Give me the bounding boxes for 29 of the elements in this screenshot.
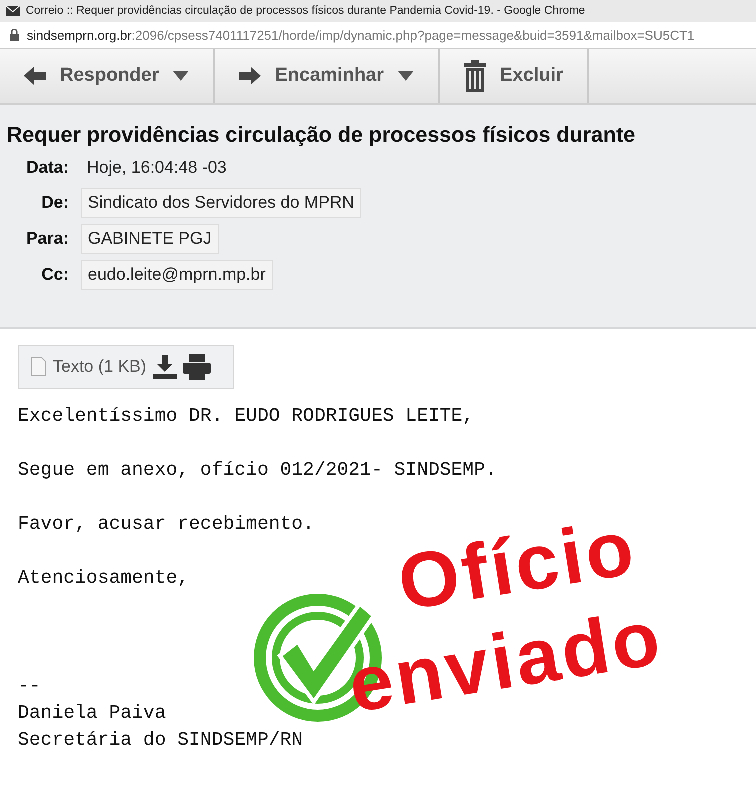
document-icon [31,357,47,377]
envelope-icon [6,6,20,16]
address-chip[interactable]: Sindicato dos Servidores do MPRN [81,188,362,218]
body-paragraph: Excelentíssimo DR. EUDO RODRIGUES LEITE, [18,404,476,429]
printer-icon[interactable] [182,354,211,380]
attachment-label: Texto (1 KB) [53,357,147,377]
header-label: Para: [25,229,69,249]
header-label: Cc: [40,265,69,285]
right-arrow-icon [239,66,262,86]
url-text[interactable]: sindsemprn.org.br:2096/cpsess7401117251/horde/imp/dynamic.php?page=message&buid=3591&mailbox=SU5CT1 [27,28,695,42]
header-label: Data: [25,158,69,178]
delete-button[interactable]: Excluir [440,49,590,103]
message-subject: Requer providências circulação de processos físicos durante [7,123,637,148]
body-paragraph: Favor, acusar recebimento. [18,512,316,537]
forward-button[interactable]: Encaminhar [215,49,440,103]
address-chip[interactable]: GABINETE PGJ [81,224,219,254]
header-label: De: [40,193,69,213]
signature-line: Daniela Paiva [18,701,168,726]
reply-button[interactable]: Responder [0,49,216,103]
address-chip[interactable]: eudo.leite@mprn.mp.br [81,260,273,290]
lock-icon [10,29,19,41]
download-icon[interactable] [152,355,177,379]
trash-icon [464,60,486,92]
signature-line: Secretária do SINDSEMP/RN [18,728,304,753]
window-title: Correio :: Requer providências circulação de processos físicos durante Pandemia Covid-19. - Google Chrome [26,5,586,17]
header-value: Hoje, 16:04:48 -03 [86,157,228,179]
body-paragraph: Segue em anexo, ofício 012/2021- SINDSEMP. [18,458,498,483]
attachment-chip[interactable]: Texto (1 KB) [18,345,234,389]
left-arrow-icon [24,66,46,86]
